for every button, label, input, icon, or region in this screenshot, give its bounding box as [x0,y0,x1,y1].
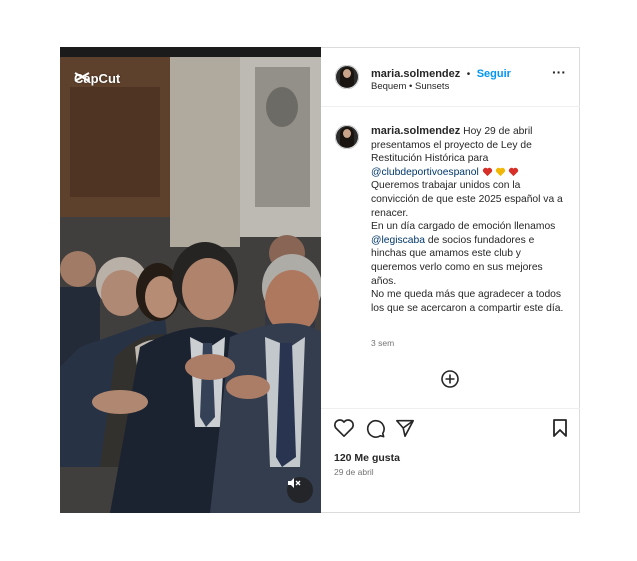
mention-clubdeportivoespanol[interactable]: @clubdeportivoespanol [371,167,479,178]
red-heart-icon [482,167,492,177]
header-user-line: maria.solmendez • Seguir [371,64,511,82]
audio-track: Sunsets [415,81,450,92]
caption-line-4: No me queda más que agradecer a todos lo… [371,289,564,314]
audio-separator: • [409,81,413,92]
post-caption: maria.solmendez Hoy 29 de abril presenta… [371,125,567,315]
header-separator: • [466,69,471,80]
mention-legiscaba[interactable]: @legiscaba [371,235,425,246]
capcut-watermark: CapCut [74,71,120,86]
post-video[interactable]: CapCut [60,47,321,513]
caption-line-3a: En un día cargado de emoción llenamos [371,221,556,233]
post-side-panel: maria.solmendez • Seguir Bequem • Sunset… [321,47,580,513]
post-header: maria.solmendez • Seguir Bequem • Sunset… [321,48,580,107]
caption-line-2: Queremos trabajar unidos con la convicci… [371,180,563,219]
comment-icon[interactable] [365,418,385,443]
post-date[interactable]: 29 de abril [334,467,374,477]
save-bookmark-icon[interactable] [552,418,568,443]
follow-button[interactable]: Seguir [477,68,511,80]
hearts-emojis [482,167,519,177]
load-more-comments-icon[interactable] [440,369,460,394]
capcut-logo-icon [74,72,90,82]
caption-avatar[interactable] [335,125,359,149]
audio-artist: Bequem [371,81,407,92]
yellow-heart-icon [495,167,505,177]
heart-icon[interactable] [333,418,355,443]
caption-timestamp[interactable]: 3 sem [371,338,394,348]
speaker-muted-icon[interactable] [287,477,313,503]
share-icon[interactable] [395,418,415,443]
likes-count[interactable]: 120 Me gusta [334,452,400,464]
instagram-post: CapCut maria.solmendez • Seguir Bequem •… [60,47,581,513]
caption-username[interactable]: maria.solmendez [371,125,460,137]
video-frame-illustration [60,47,321,513]
red-heart-icon [508,167,518,177]
header-username[interactable]: maria.solmendez [371,68,460,80]
avatar[interactable] [335,65,359,89]
more-options-icon[interactable]: ··· [552,64,566,80]
audio-info[interactable]: Bequem • Sunsets [371,81,449,92]
post-actions: 120 Me gusta 29 de abril [321,408,580,515]
